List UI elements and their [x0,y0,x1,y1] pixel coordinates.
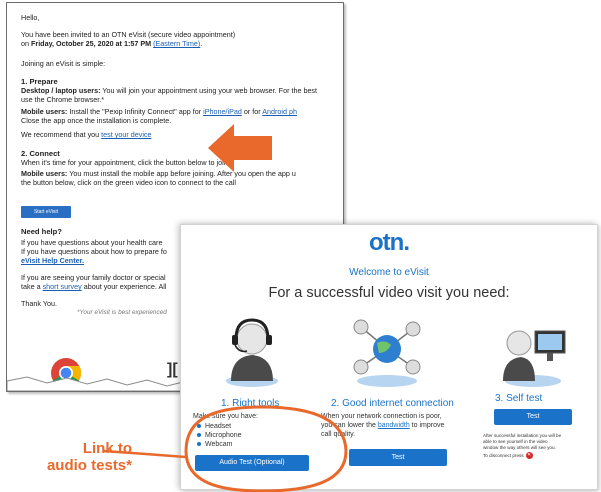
recommend-line: We recommend that you test your device [21,130,152,139]
welcome-heading: Welcome to eVisit [349,267,429,278]
timezone-link[interactable]: (Eastern Time) [153,39,200,48]
survey-link[interactable]: short survey [43,282,82,291]
headset-person-icon [226,318,278,387]
desktop-instructions: Desktop / laptop users: You will join yo… [21,86,318,95]
joining-text: Joining an eVisit is simple: [21,59,106,68]
email-greeting: Hello, [21,13,40,22]
orange-arrow-icon [208,124,272,172]
desktop-instructions-2: use the Chrome browser.* [21,95,105,104]
callout-label: Link to audio tests* [46,440,132,474]
test-device-link[interactable]: test your device [101,130,151,139]
prepare-heading: 1. Prepare [21,77,58,86]
start-evisit-button[interactable]: Start eVisit [21,206,71,218]
invite-line: You have been invited to an OTN eVisit (… [21,30,236,39]
mobile-connect: Mobile users: You must install the mobil… [21,169,296,178]
invite-date: Friday, October 25, 2020 at 1:57 PM [31,39,152,48]
android-app-link[interactable]: Android ph [262,107,297,116]
connect-heading: 2. Connect [21,149,60,158]
mobile-instructions-2: Close the app once the installation is c… [21,116,172,125]
mobile-instructions: Mobile users: Install the "Pexip Infinit… [21,107,297,116]
connect-text: When it's time for your appointment, cli… [21,158,230,167]
network-globe-icon [353,319,421,387]
iphone-app-link[interactable]: iPhone/iPad [203,107,242,116]
highlight-ellipse [184,405,348,492]
person-at-computer-icon [503,330,566,387]
invite-date-line: on Friday, October 25, 2020 at 1:57 PM (… [21,39,203,48]
mobile-connect-2: the button below, click on the green vid… [21,178,236,187]
otn-logo: otn. [369,229,410,256]
headline: For a successful video visit you need: [268,285,510,301]
browser-disclaimer: *Your eVisit is best experienced [77,309,167,316]
